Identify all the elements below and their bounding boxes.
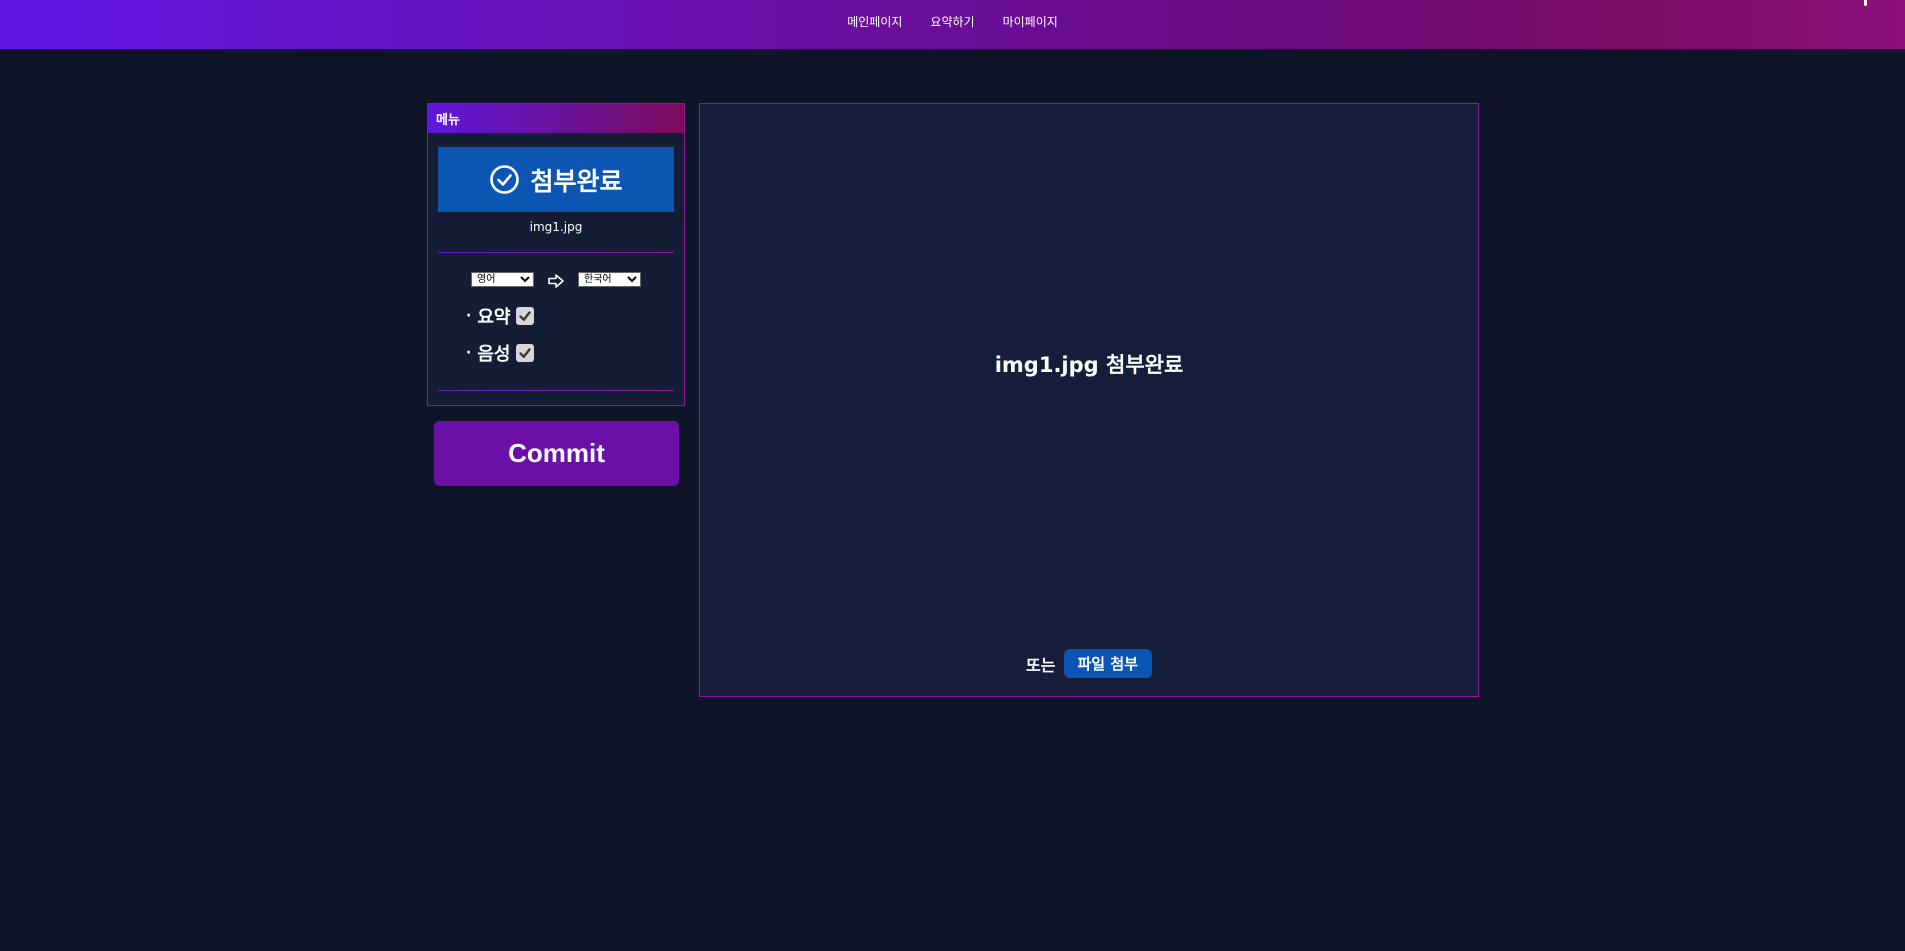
option-summary-label: 요약 <box>477 307 511 328</box>
divider <box>438 390 674 391</box>
arrow-right-icon <box>548 273 564 288</box>
nav-link-my-page[interactable]: 마이페이지 <box>1003 13 1058 30</box>
option-summary-row: · 요약 <box>466 303 535 329</box>
menu-header: 메뉴 <box>428 104 684 133</box>
voice-checkbox[interactable] <box>516 344 535 362</box>
attach-file-button[interactable]: 파일 첨부 <box>1063 649 1152 678</box>
drop-footer: 또는 파일 첨부 <box>700 649 1478 678</box>
option-voice-row: · 음성 <box>466 340 535 366</box>
file-drop-area[interactable]: img1.jpg 첨부완료 또는 파일 첨부 <box>699 103 1479 697</box>
or-label: 또는 <box>1026 655 1056 675</box>
drop-status-message: img1.jpg 첨부완료 <box>994 353 1184 377</box>
bullet: · <box>466 345 472 361</box>
option-voice-label: 음성 <box>477 344 511 365</box>
commit-button[interactable]: Commit <box>434 421 679 486</box>
attach-status-label: 첨부완료 <box>530 166 623 196</box>
nav-link-main-page[interactable]: 메인페이지 <box>847 13 902 30</box>
language-selector-row: 영어 한국어 <box>428 272 684 288</box>
corner-indicator <box>1864 0 1867 6</box>
checkmark-icon <box>519 311 532 322</box>
attach-status-button[interactable]: 첨부완료 <box>438 147 674 212</box>
top-navigation-bar: 메인페이지 요약하기 마이페이지 <box>0 0 1905 49</box>
nav-link-summarize[interactable]: 요약하기 <box>930 13 974 30</box>
divider <box>438 252 674 253</box>
bullet: · <box>466 308 472 324</box>
checkmark-icon <box>519 348 532 359</box>
attached-filename: img1.jpg <box>529 220 583 234</box>
check-circle-icon <box>489 164 520 195</box>
menu-panel: 메뉴 첨부완료 img1.jpg 영어 한국어 · 요약 · 음성 <box>427 103 685 406</box>
summary-checkbox[interactable] <box>516 307 535 325</box>
target-language-select[interactable]: 한국어 <box>578 272 641 287</box>
source-language-select[interactable]: 영어 <box>471 272 534 287</box>
main-nav: 메인페이지 요약하기 마이페이지 <box>0 0 1905 42</box>
